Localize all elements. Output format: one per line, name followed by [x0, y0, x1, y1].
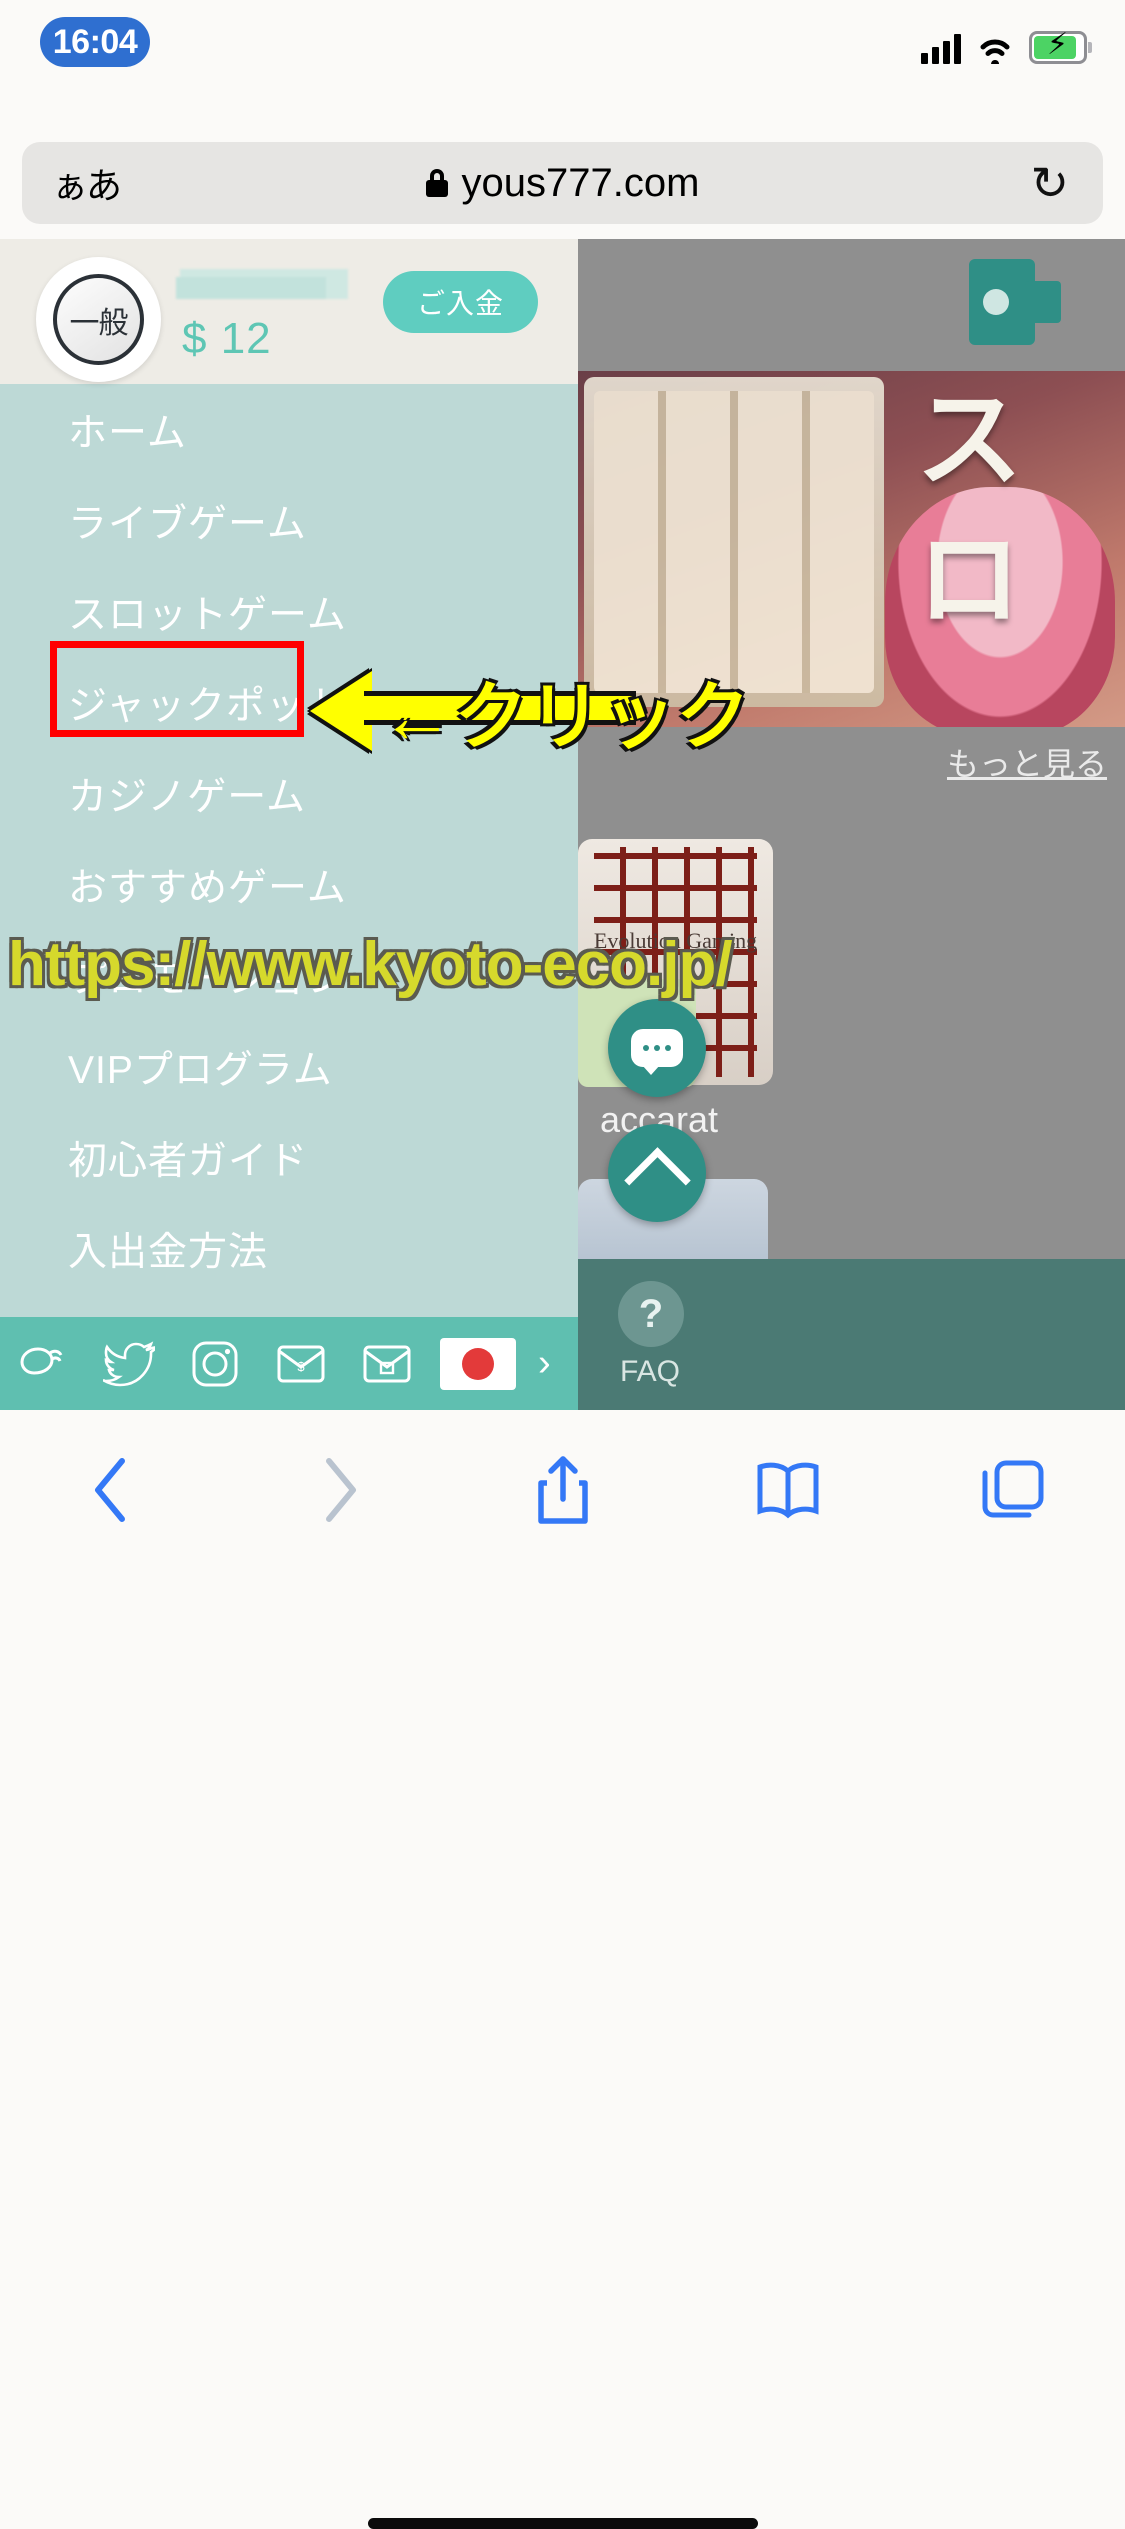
question-icon: ? — [618, 1281, 684, 1347]
wifi-icon — [975, 34, 1015, 68]
menu-item-deposit-withdraw[interactable]: 入出金方法 — [0, 1203, 578, 1294]
side-drawer-menu: 一般 $ 12 ご入金 ホーム ライブゲーム スロットゲーム ジャックポット カ… — [0, 239, 750, 1410]
mail-lock-icon[interactable] — [344, 1343, 430, 1385]
web-page-viewport: ス ロ もっと見る Evolution Gaming accarat ? FAQ… — [0, 239, 1125, 1410]
address-bar-content: yous777.com — [22, 161, 1103, 206]
slot-banner-text: ス ロ — [897, 381, 1021, 632]
instagram-icon[interactable] — [172, 1338, 258, 1390]
status-bar-time: 16:04 — [40, 17, 150, 67]
avatar[interactable]: 一般 — [36, 257, 161, 382]
account-header: 一般 $ 12 ご入金 — [0, 239, 578, 384]
click-arrow-label: ←クリック — [380, 675, 750, 758]
browser-bottom-toolbar — [0, 1410, 1125, 2529]
lock-icon — [425, 169, 448, 197]
faq-label: FAQ — [619, 1355, 680, 1388]
home-indicator — [367, 2518, 758, 2529]
browser-address-bar[interactable]: ぁあ yous777.com ↻ — [22, 142, 1103, 224]
menu-item-beginner-guide[interactable]: 初心者ガイド — [0, 1112, 578, 1203]
chevron-up-icon — [623, 1146, 691, 1214]
status-bar: 16:04 ⚡ — [0, 0, 1125, 88]
japan-flag-icon[interactable] — [440, 1337, 516, 1390]
menu-list: ホーム ライブゲーム スロットゲーム ジャックポット カジノゲーム おすすめゲー… — [0, 384, 578, 1294]
tabs-icon[interactable] — [900, 1457, 1125, 1523]
menu-item-vip-program[interactable]: VIPプログラム — [0, 1021, 578, 1112]
back-button[interactable] — [0, 1455, 225, 1525]
social-bar: $ › — [0, 1317, 578, 1410]
faq-bar[interactable]: ? FAQ — [578, 1259, 1125, 1410]
chat-bubble-icon[interactable] — [608, 999, 706, 1097]
line-icon[interactable] — [0, 1339, 86, 1389]
menu-item-live-game[interactable]: ライブゲーム — [0, 475, 578, 566]
toolbar-buttons — [0, 1430, 1125, 1550]
menu-item-home[interactable]: ホーム — [0, 384, 578, 475]
wallet-icon[interactable] — [969, 259, 1065, 345]
address-bar-url: yous777.com — [461, 160, 700, 205]
cellular-signal-icon — [921, 34, 961, 64]
battery-charging-icon: ⚡ — [1029, 30, 1092, 64]
share-icon[interactable] — [450, 1453, 675, 1527]
username-masked — [176, 269, 348, 299]
status-bar-icons: ⚡ — [921, 22, 1092, 68]
account-balance: $ 12 — [182, 314, 272, 363]
mail-icon[interactable]: $ — [258, 1343, 344, 1385]
bookmarks-icon[interactable] — [675, 1459, 900, 1521]
more-link[interactable]: もっと見る — [947, 739, 1107, 785]
highlight-box-slot-game — [50, 641, 304, 737]
click-arrow-annotation: ←クリック — [310, 671, 750, 758]
deposit-button[interactable]: ご入金 — [383, 271, 538, 333]
svg-text:$: $ — [297, 1359, 305, 1374]
twitter-icon[interactable] — [86, 1340, 172, 1387]
scroll-to-top-button[interactable] — [608, 1124, 706, 1222]
watermark-url: https://www.kyoto-eco.jp/ — [8, 930, 733, 999]
language-chevron-icon[interactable]: › — [538, 1342, 551, 1385]
reload-icon[interactable]: ↻ — [1030, 160, 1069, 206]
forward-button — [225, 1455, 450, 1525]
avatar-rank-label: 一般 — [53, 274, 144, 365]
menu-item-recommended[interactable]: おすすめゲーム — [0, 839, 578, 930]
